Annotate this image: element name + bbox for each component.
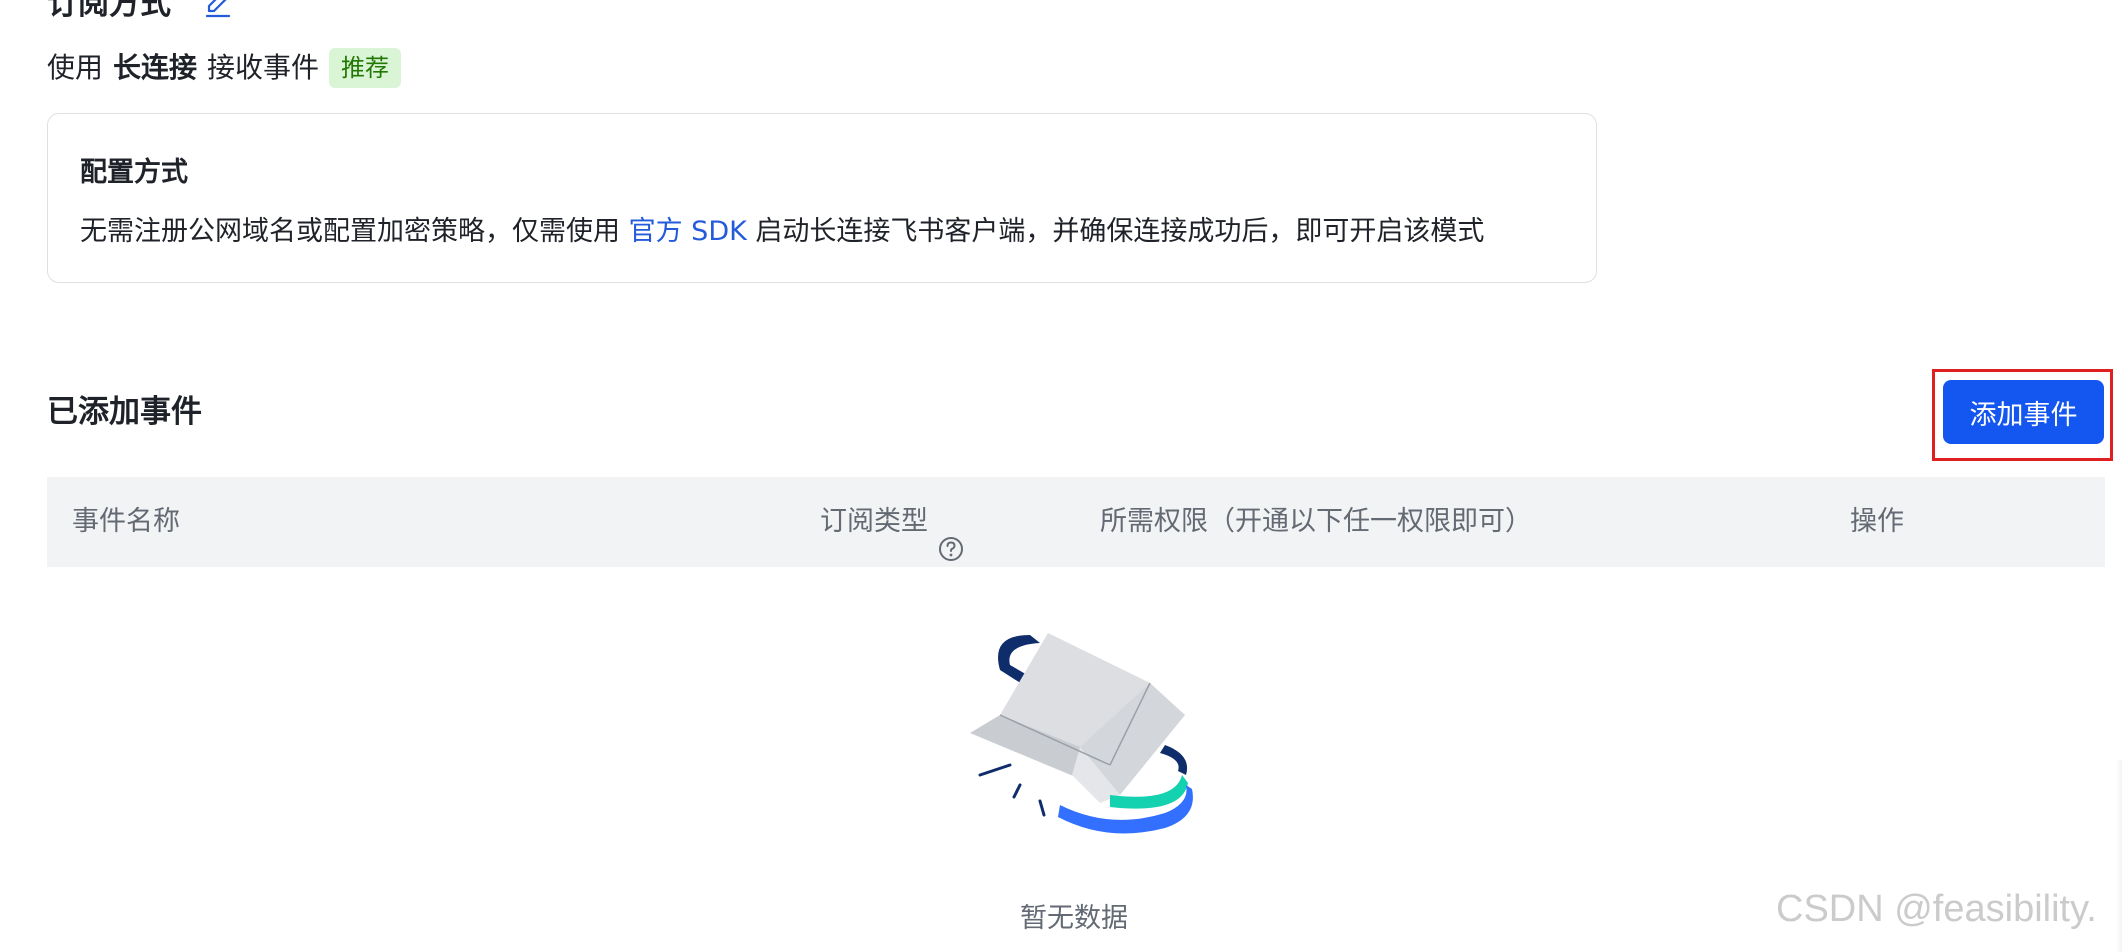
- empty-box-illustration: [960, 625, 1200, 845]
- subscription-section-title: 订阅方式: [47, 0, 233, 24]
- add-event-button[interactable]: 添加事件: [1943, 380, 2104, 444]
- recommended-badge: 推荐: [329, 48, 402, 88]
- column-header-ops-label: 操作: [1850, 506, 1904, 537]
- column-header-permission: 所需权限（开通以下任一权限即可）: [1100, 477, 1532, 567]
- mode-prefix: 使用: [47, 51, 104, 84]
- watermark: CSDN @feasibility.: [1776, 888, 2097, 930]
- events-table-header: [47, 477, 2105, 567]
- config-description: 无需注册公网域名或配置加密策略，仅需使用 官方 SDK 启动长连接飞书客户端，并…: [80, 209, 1484, 248]
- config-title: 配置方式: [80, 157, 188, 188]
- right-edge-shadow: [2116, 760, 2122, 952]
- help-circle-icon[interactable]: [938, 509, 964, 561]
- config-desc-after: 启动长连接飞书客户端，并确保连接成功后，即可开启该模式: [746, 216, 1485, 247]
- subscription-mode-line: 使用 长连接 接收事件 推荐: [47, 48, 402, 88]
- column-header-permission-label: 所需权限（开通以下任一权限即可）: [1100, 506, 1532, 537]
- empty-state-text: 暂无数据: [1020, 903, 1128, 934]
- column-header-type-label: 订阅类型: [820, 506, 928, 537]
- column-header-subscription-type: 订阅类型: [820, 477, 964, 567]
- added-events-title: 已添加事件: [47, 394, 202, 430]
- subscription-title-text: 订阅方式: [47, 0, 171, 22]
- config-desc-before: 无需注册公网域名或配置加密策略，仅需使用: [80, 216, 629, 247]
- mode-name: 长连接: [113, 51, 198, 84]
- mode-suffix: 接收事件: [207, 51, 320, 84]
- column-header-event-name: 事件名称: [72, 477, 180, 567]
- edit-icon[interactable]: [203, 0, 233, 19]
- official-sdk-link[interactable]: 官方 SDK: [629, 216, 747, 247]
- column-header-operations: 操作: [1850, 477, 1904, 567]
- config-card: [47, 113, 1597, 283]
- column-header-event-name-label: 事件名称: [72, 506, 180, 537]
